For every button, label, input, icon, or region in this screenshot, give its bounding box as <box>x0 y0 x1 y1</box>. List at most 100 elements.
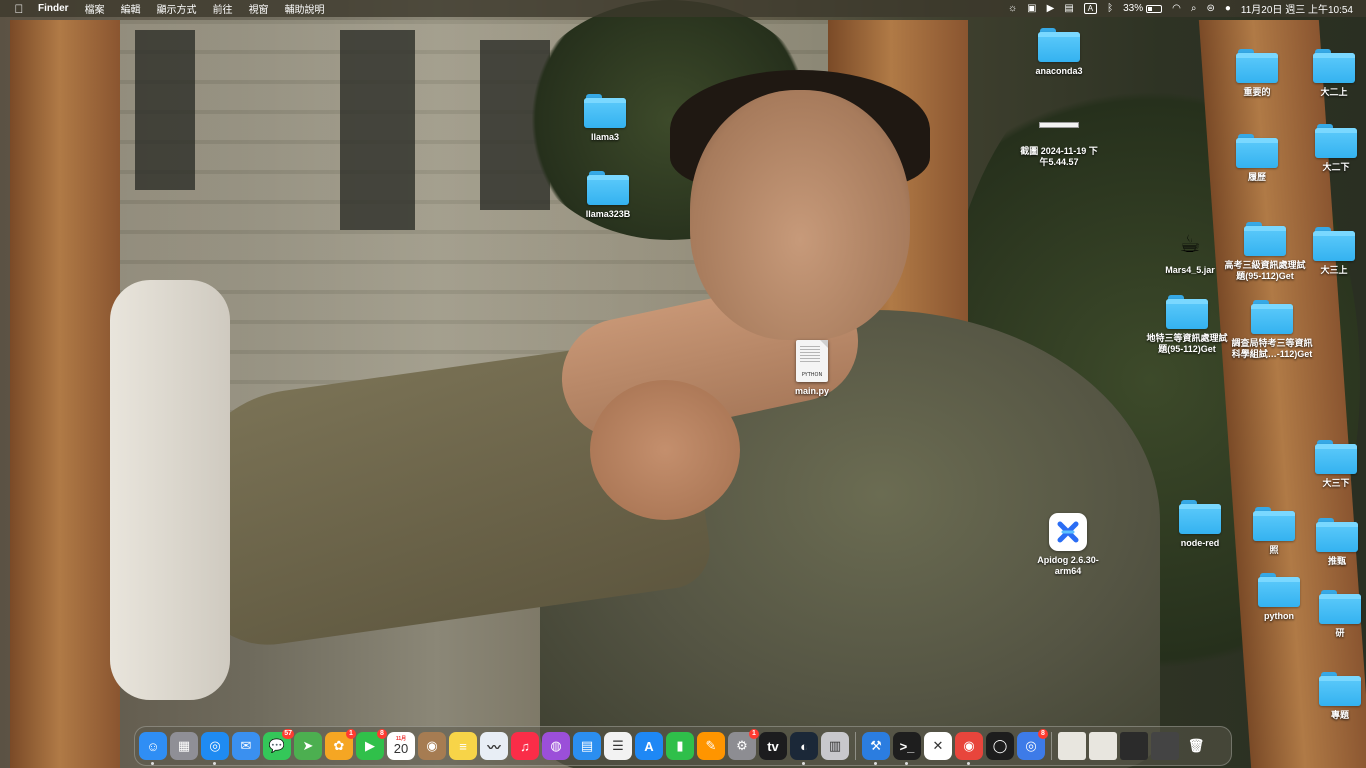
dock: ☺ ▦ ◎ ✉ 💬 57 ➤ ✿ 1 ▶ 8 11月 20 ◉ ≡ 〰 ♫ ◍ ▤ ☰ A ▮ ✎ ⚙ 1 tv ◐ ▥ ⚒ >_ ✕ ◉ ◯ ◎… <box>134 726 1232 766</box>
maps-icon[interactable]: ➤ <box>294 732 322 760</box>
calendar-icon[interactable]: 11月 20 <box>387 732 415 760</box>
desktop-item-label: main.py <box>794 386 829 396</box>
photos-icon[interactable]: ✿ 1 <box>325 729 356 760</box>
steam-icon[interactable]: ◐ <box>790 732 818 765</box>
desktop-item-llama3[interactable]: llama3 <box>563 94 647 143</box>
app-store-icon[interactable]: A <box>635 732 663 760</box>
freeform-icon[interactable]: 〰 <box>480 732 508 760</box>
menu-view[interactable]: 顯示方式 <box>149 1 205 16</box>
spotlight-search-icon[interactable]: ⌕ <box>1186 3 1202 14</box>
battery-status[interactable]: 33% <box>1118 3 1167 14</box>
desktop-item-label: 大二下 <box>1322 162 1350 172</box>
desktop-item-junior-fall[interactable]: 大三上 <box>1292 227 1366 276</box>
wallpaper-window <box>135 30 195 190</box>
desktop-item-label: llama323B <box>585 209 631 219</box>
desktop-item-sophomore-spring[interactable]: 大二下 <box>1294 124 1366 173</box>
mail-icon[interactable]: ✉ <box>232 732 260 760</box>
desktop-item-label: 大三下 <box>1322 478 1350 488</box>
keynote-icon[interactable]: ▤ <box>573 732 601 760</box>
wallpaper-shoe <box>110 280 230 700</box>
folder-icon <box>1258 573 1300 607</box>
terminal-icon[interactable]: >_ <box>893 732 921 765</box>
folder-icon <box>1244 222 1286 256</box>
folder-icon <box>1251 300 1293 334</box>
control-center-icon[interactable]: ⊜ <box>1201 3 1219 14</box>
menu-help[interactable]: 輔助說明 <box>277 1 333 16</box>
brightness-icon[interactable]: ☼ <box>1003 3 1022 14</box>
messages-icon[interactable]: 💬 57 <box>263 729 294 760</box>
numbers-icon[interactable]: ▮ <box>666 732 694 760</box>
chrome-icon[interactable]: ◉ <box>955 732 983 765</box>
folder-icon <box>1166 295 1208 329</box>
menu-edit[interactable]: 編輯 <box>113 1 149 16</box>
recent-screenshot-3-icon[interactable] <box>1151 732 1179 760</box>
now-playing-icon[interactable]: ▶ <box>1042 3 1060 14</box>
apple-tv-icon[interactable]: tv <box>759 732 787 760</box>
bluetooth-icon[interactable]: ᛒ <box>1102 3 1118 14</box>
calendar-day: 20 <box>393 741 409 756</box>
java-coffee-cup-icon: ☕ <box>1179 230 1201 258</box>
recent-screenshot-2-icon[interactable] <box>1120 732 1148 760</box>
recent-screenshot-1-icon[interactable] <box>1089 732 1117 760</box>
music-icon[interactable]: ♫ <box>511 732 539 760</box>
pdf-reader-icon[interactable]: ▥ <box>821 732 849 760</box>
contacts-icon[interactable]: ◉ <box>418 732 446 760</box>
folder-icon <box>1038 28 1080 62</box>
finder-icon[interactable]: ☺ <box>139 732 167 765</box>
desktop-item-label: 推甄 <box>1327 556 1346 566</box>
menu-clock[interactable]: 11月20日 週三 上午10:54 <box>1236 1 1358 16</box>
desktop-item-resume[interactable]: 履歷 <box>1215 134 1299 183</box>
trash-icon[interactable]: 🗑 <box>1182 732 1210 760</box>
memory-icon[interactable]: ▤ <box>1059 3 1078 14</box>
desktop-item-local-exam-folder[interactable]: 地特三等資訊處理試題(95-112)Get <box>1145 295 1229 355</box>
wifi-icon[interactable]: ◠ <box>1167 3 1186 14</box>
desktop-item-anaconda3[interactable]: anaconda3 <box>1017 28 1101 77</box>
desktop-item-research[interactable]: 研 <box>1298 590 1366 639</box>
desktop-item-label: 調查局特考三等資訊科學組試…-112)Get <box>1231 338 1313 359</box>
desktop-item-label: Apidog 2.6.30-arm64 <box>1037 555 1099 576</box>
apidog-dock-icon[interactable]: ✕ <box>924 732 952 760</box>
desktop-item-junior-spring[interactable]: 大三下 <box>1294 440 1366 489</box>
siri-icon[interactable]: ● <box>1220 3 1236 14</box>
desktop-item-admission[interactable]: 推甄 <box>1295 518 1366 567</box>
facetime-icon[interactable]: ▶ 8 <box>356 729 387 760</box>
apple-menu-icon[interactable]:  <box>8 2 30 16</box>
folder-icon <box>1319 590 1361 624</box>
menu-go[interactable]: 前往 <box>205 1 241 16</box>
system-settings-icon[interactable]: ⚙ 1 <box>728 729 759 760</box>
folder-icon <box>1316 518 1358 552</box>
folder-icon <box>1313 49 1355 83</box>
activity-ring-icon[interactable]: ◯ <box>986 732 1014 760</box>
python-file-icon: PYTHON <box>796 340 828 382</box>
notes-icon[interactable]: ≡ <box>449 732 477 760</box>
reminders-icon[interactable]: ☰ <box>604 732 632 760</box>
desktop-item-mars-jar[interactable]: ☕ Mars4_5.jar <box>1148 227 1232 276</box>
menu-window[interactable]: 視窗 <box>241 1 277 16</box>
desktop-item-screenshot[interactable]: 截圖 2024-11-19 下午5.44.57 <box>1017 108 1101 168</box>
desktop-item-important[interactable]: 重要的 <box>1215 49 1299 98</box>
input-source-icon[interactable]: A <box>1079 3 1102 14</box>
desktop-item-project[interactable]: 專題 <box>1298 672 1366 721</box>
menu-file[interactable]: 檔案 <box>77 1 113 16</box>
launchpad-icon[interactable]: ▦ <box>170 732 198 760</box>
running-indicator <box>967 762 970 765</box>
safari-technology-preview-icon[interactable]: ◎ 8 <box>1017 729 1048 760</box>
desktop-item-llama323b[interactable]: llama323B <box>566 171 650 220</box>
menu-finder[interactable]: Finder <box>30 3 77 14</box>
status-area: ☼ ▣ ▶ ▤ A ᛒ 33% ◠ ⌕ ⊜ ● 11月20日 週三 上午10:5… <box>1003 1 1358 16</box>
xcode-icon[interactable]: ⚒ <box>862 732 890 765</box>
podcasts-icon[interactable]: ◍ <box>542 732 570 760</box>
running-indicator <box>151 762 154 765</box>
desktop-item-node-red[interactable]: node-red <box>1158 500 1242 549</box>
clipboard-icon[interactable]: ▣ <box>1022 3 1041 14</box>
desktop-item-main-py[interactable]: PYTHON main.py <box>770 340 854 397</box>
desktop-item-apidog[interactable]: Apidog 2.6.30-arm64 <box>1026 513 1110 577</box>
dock-separator <box>1051 732 1052 760</box>
desktop-item-sophomore-fall[interactable]: 大二上 <box>1292 49 1366 98</box>
downloads-stack-icon[interactable] <box>1058 732 1086 760</box>
wallpaper-person-face <box>690 90 910 340</box>
folder-icon <box>1236 49 1278 83</box>
safari-icon[interactable]: ◎ <box>201 732 229 765</box>
pages-icon[interactable]: ✎ <box>697 732 725 760</box>
desktop-item-investigation-exam-folder[interactable]: 調查局特考三等資訊科學組試…-112)Get <box>1230 300 1314 360</box>
